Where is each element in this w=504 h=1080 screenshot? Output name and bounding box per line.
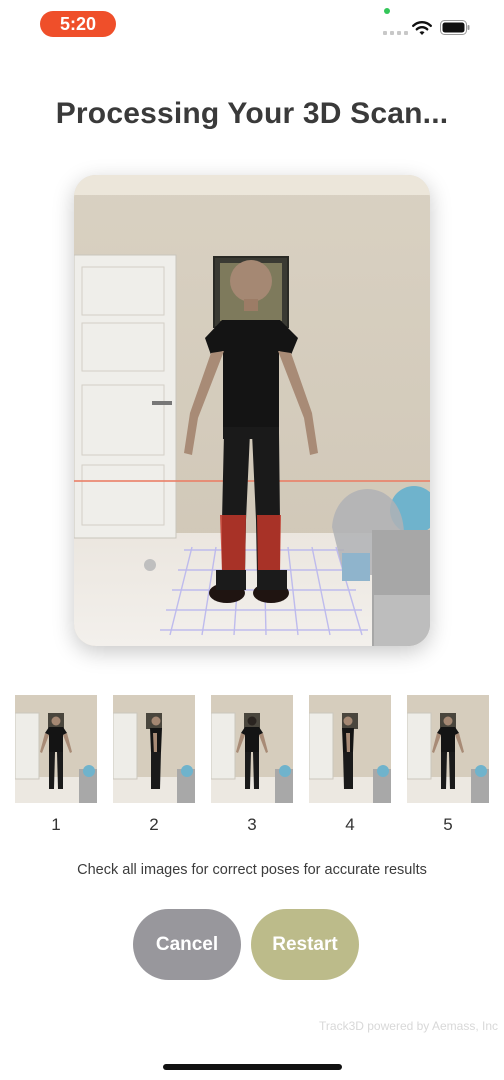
pose-thumbnail-strip: 1 2 3 4 5 — [15, 695, 489, 835]
pose-thumbnail-3[interactable] — [211, 695, 293, 803]
thumbnail-label-5: 5 — [443, 815, 453, 834]
camera-indicator-icon — [384, 8, 390, 14]
pose-thumbnail-1[interactable] — [15, 695, 97, 803]
thumbnail-label-2: 2 — [149, 815, 159, 834]
cancel-button[interactable]: Cancel — [133, 909, 241, 980]
thumbnail-label-4: 4 — [345, 815, 355, 834]
pose-hint-text: Check all images for correct poses for a… — [77, 862, 427, 878]
status-time: 5:20 — [40, 11, 116, 37]
thumbnail-label-1: 1 — [51, 815, 61, 834]
wifi-icon — [412, 21, 432, 35]
page-title: Processing Your 3D Scan... — [55, 97, 449, 130]
home-indicator[interactable] — [163, 1064, 342, 1070]
thumbnail-label-3: 3 — [247, 815, 257, 834]
scan-preview-image — [74, 175, 430, 646]
restart-button[interactable]: Restart — [251, 909, 359, 980]
pose-thumbnail-2[interactable] — [113, 695, 195, 803]
pose-thumbnail-4[interactable] — [309, 695, 391, 803]
battery-icon — [440, 20, 470, 35]
pose-thumbnail-5[interactable] — [407, 695, 489, 803]
signal-icon — [383, 31, 408, 35]
footer-credit: Track3D powered by Aemass, Inc — [319, 1019, 498, 1033]
